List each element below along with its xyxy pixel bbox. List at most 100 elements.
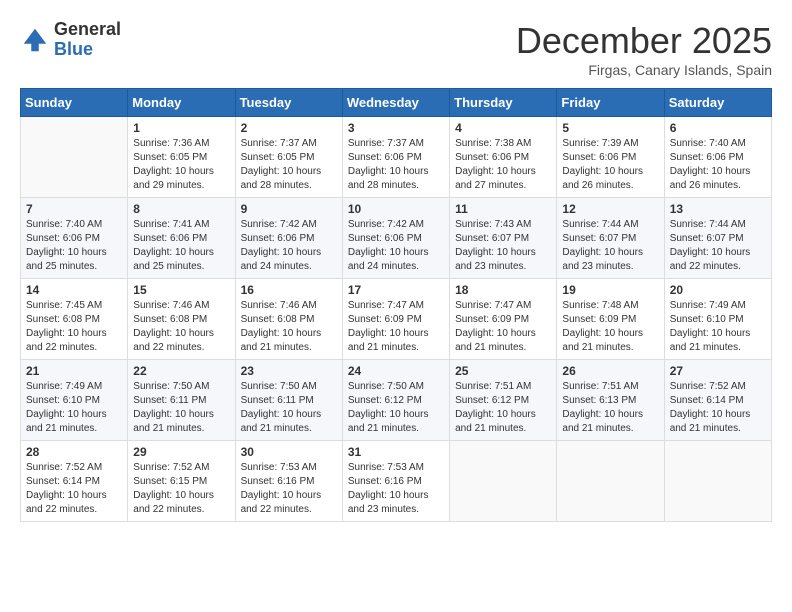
calendar-day-cell: 25 Sunrise: 7:51 AMSunset: 6:12 PMDayligh… — [450, 360, 557, 441]
day-info: Sunrise: 7:51 AMSunset: 6:12 PMDaylight:… — [455, 380, 551, 436]
day-number: 2 — [241, 121, 337, 135]
calendar-day-cell: 28 Sunrise: 7:52 AMSunset: 6:14 PMDayligh… — [21, 441, 128, 522]
day-number: 13 — [670, 202, 766, 216]
calendar-week-row: 21Sunrise: 7:49 AMSunset: 6:10 PMDayligh… — [21, 360, 772, 441]
weekday-header: Saturday — [664, 89, 771, 117]
day-info: Sunrise: 7:40 AMSunset: 6:06 PMDaylight:… — [26, 218, 122, 274]
weekday-header-row: SundayMondayTuesdayWednesdayThursdayFrid… — [21, 89, 772, 117]
day-number: 5 — [562, 121, 658, 135]
logo-blue-text: Blue — [54, 40, 121, 60]
calendar-day-cell: 16Sunrise: 7:46 AMSunset: 6:08 PMDayligh… — [235, 279, 342, 360]
calendar-day-cell: 26Sunrise: 7:51 AMSunset: 6:13 PMDayligh… — [557, 360, 664, 441]
calendar-week-row: 14 Sunrise: 7:45 AMSunset: 6:08 PMDayligh… — [21, 279, 772, 360]
day-info: Sunrise: 7:44 AMSunset: 6:07 PMDaylight:… — [562, 218, 658, 274]
calendar-day-cell: 11 Sunrise: 7:43 AMSunset: 6:07 PMDayligh… — [450, 198, 557, 279]
day-number: 7 — [26, 202, 122, 216]
calendar-day-cell: 23Sunrise: 7:50 AMSunset: 6:11 PMDayligh… — [235, 360, 342, 441]
page-header: General Blue December 2025 Firgas, Canar… — [20, 20, 772, 78]
calendar-day-cell: 13Sunrise: 7:44 AMSunset: 6:07 PMDayligh… — [664, 198, 771, 279]
title-block: December 2025 Firgas, Canary Islands, Sp… — [516, 20, 772, 78]
day-info: Sunrise: 7:50 AMSunset: 6:12 PMDaylight:… — [348, 380, 444, 436]
calendar-week-row: 28 Sunrise: 7:52 AMSunset: 6:14 PMDayligh… — [21, 441, 772, 522]
calendar-day-cell: 3Sunrise: 7:37 AMSunset: 6:06 PMDaylight… — [342, 117, 449, 198]
calendar-day-cell: 10 Sunrise: 7:42 AMSunset: 6:06 PMDayligh… — [342, 198, 449, 279]
day-info: Sunrise: 7:39 AMSunset: 6:06 PMDaylight:… — [562, 137, 658, 193]
calendar-day-cell: 18 Sunrise: 7:47 AMSunset: 6:09 PMDayligh… — [450, 279, 557, 360]
day-info: Sunrise: 7:52 AMSunset: 6:14 PMDaylight:… — [26, 461, 122, 517]
day-number: 6 — [670, 121, 766, 135]
weekday-header: Thursday — [450, 89, 557, 117]
weekday-header: Monday — [128, 89, 235, 117]
day-number: 22 — [133, 364, 229, 378]
calendar-table: SundayMondayTuesdayWednesdayThursdayFrid… — [20, 88, 772, 522]
calendar-day-cell: 14 Sunrise: 7:45 AMSunset: 6:08 PMDayligh… — [21, 279, 128, 360]
calendar-day-cell: 19Sunrise: 7:48 AMSunset: 6:09 PMDayligh… — [557, 279, 664, 360]
day-info: Sunrise: 7:37 AMSunset: 6:05 PMDaylight:… — [241, 137, 337, 193]
day-number: 31 — [348, 445, 444, 459]
day-number: 29 — [133, 445, 229, 459]
calendar-day-cell: 5 Sunrise: 7:39 AMSunset: 6:06 PMDaylight… — [557, 117, 664, 198]
day-number: 20 — [670, 283, 766, 297]
day-info: Sunrise: 7:45 AMSunset: 6:08 PMDaylight:… — [26, 299, 122, 355]
calendar-day-cell: 21Sunrise: 7:49 AMSunset: 6:10 PMDayligh… — [21, 360, 128, 441]
weekday-header: Sunday — [21, 89, 128, 117]
calendar-day-cell: 30 Sunrise: 7:53 AMSunset: 6:16 PMDayligh… — [235, 441, 342, 522]
day-number: 24 — [348, 364, 444, 378]
calendar-day-cell: 27Sunrise: 7:52 AMSunset: 6:14 PMDayligh… — [664, 360, 771, 441]
day-number: 8 — [133, 202, 229, 216]
day-info: Sunrise: 7:47 AMSunset: 6:09 PMDaylight:… — [455, 299, 551, 355]
day-number: 10 — [348, 202, 444, 216]
day-info: Sunrise: 7:40 AMSunset: 6:06 PMDaylight:… — [670, 137, 766, 193]
day-number: 23 — [241, 364, 337, 378]
calendar-day-cell: 15 Sunrise: 7:46 AMSunset: 6:08 PMDayligh… — [128, 279, 235, 360]
calendar-day-cell: 31 Sunrise: 7:53 AMSunset: 6:16 PMDayligh… — [342, 441, 449, 522]
day-info: Sunrise: 7:43 AMSunset: 6:07 PMDaylight:… — [455, 218, 551, 274]
calendar-day-cell: 20 Sunrise: 7:49 AMSunset: 6:10 PMDayligh… — [664, 279, 771, 360]
day-info: Sunrise: 7:42 AMSunset: 6:06 PMDaylight:… — [241, 218, 337, 274]
day-info: Sunrise: 7:49 AMSunset: 6:10 PMDaylight:… — [670, 299, 766, 355]
calendar-day-cell: 4Sunrise: 7:38 AMSunset: 6:06 PMDaylight… — [450, 117, 557, 198]
day-info: Sunrise: 7:46 AMSunset: 6:08 PMDaylight:… — [133, 299, 229, 355]
day-number: 1 — [133, 121, 229, 135]
weekday-header: Tuesday — [235, 89, 342, 117]
calendar-day-cell: 12 Sunrise: 7:44 AMSunset: 6:07 PMDayligh… — [557, 198, 664, 279]
month-title: December 2025 — [516, 20, 772, 62]
calendar-day-cell: 9 Sunrise: 7:42 AMSunset: 6:06 PMDaylight… — [235, 198, 342, 279]
day-info: Sunrise: 7:53 AMSunset: 6:16 PMDaylight:… — [348, 461, 444, 517]
logo: General Blue — [20, 20, 121, 60]
day-info: Sunrise: 7:36 AMSunset: 6:05 PMDaylight:… — [133, 137, 229, 193]
calendar-day-cell: 22 Sunrise: 7:50 AMSunset: 6:11 PMDayligh… — [128, 360, 235, 441]
calendar-day-cell: 7 Sunrise: 7:40 AMSunset: 6:06 PMDaylight… — [21, 198, 128, 279]
calendar-day-cell — [664, 441, 771, 522]
day-info: Sunrise: 7:51 AMSunset: 6:13 PMDaylight:… — [562, 380, 658, 436]
day-number: 4 — [455, 121, 551, 135]
day-number: 30 — [241, 445, 337, 459]
day-info: Sunrise: 7:52 AMSunset: 6:15 PMDaylight:… — [133, 461, 229, 517]
calendar-day-cell: 8Sunrise: 7:41 AMSunset: 6:06 PMDaylight… — [128, 198, 235, 279]
day-number: 14 — [26, 283, 122, 297]
day-number: 11 — [455, 202, 551, 216]
day-number: 9 — [241, 202, 337, 216]
day-number: 12 — [562, 202, 658, 216]
weekday-header: Wednesday — [342, 89, 449, 117]
calendar-day-cell: 29 Sunrise: 7:52 AMSunset: 6:15 PMDayligh… — [128, 441, 235, 522]
calendar-day-cell: 1 Sunrise: 7:36 AMSunset: 6:05 PMDaylight… — [128, 117, 235, 198]
calendar-day-cell: 24 Sunrise: 7:50 AMSunset: 6:12 PMDayligh… — [342, 360, 449, 441]
calendar-week-row: 1 Sunrise: 7:36 AMSunset: 6:05 PMDaylight… — [21, 117, 772, 198]
day-info: Sunrise: 7:48 AMSunset: 6:09 PMDaylight:… — [562, 299, 658, 355]
day-info: Sunrise: 7:37 AMSunset: 6:06 PMDaylight:… — [348, 137, 444, 193]
day-number: 28 — [26, 445, 122, 459]
calendar-day-cell: 6 Sunrise: 7:40 AMSunset: 6:06 PMDaylight… — [664, 117, 771, 198]
day-info: Sunrise: 7:50 AMSunset: 6:11 PMDaylight:… — [133, 380, 229, 436]
day-info: Sunrise: 7:42 AMSunset: 6:06 PMDaylight:… — [348, 218, 444, 274]
day-number: 16 — [241, 283, 337, 297]
logo-general-text: General — [54, 20, 121, 40]
calendar-day-cell — [450, 441, 557, 522]
day-info: Sunrise: 7:49 AMSunset: 6:10 PMDaylight:… — [26, 380, 122, 436]
day-number: 25 — [455, 364, 551, 378]
location-text: Firgas, Canary Islands, Spain — [516, 62, 772, 78]
day-number: 15 — [133, 283, 229, 297]
calendar-week-row: 7 Sunrise: 7:40 AMSunset: 6:06 PMDaylight… — [21, 198, 772, 279]
day-number: 18 — [455, 283, 551, 297]
day-info: Sunrise: 7:53 AMSunset: 6:16 PMDaylight:… — [241, 461, 337, 517]
